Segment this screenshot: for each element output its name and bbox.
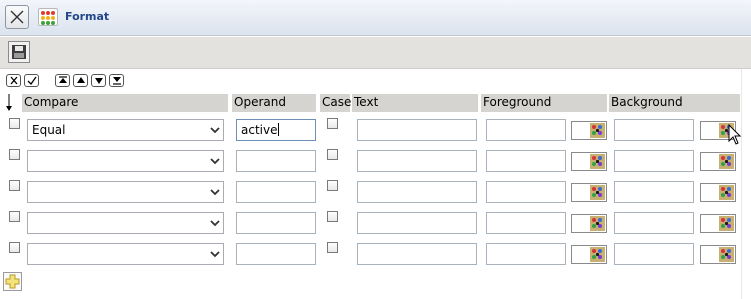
foreground-input[interactable] — [486, 150, 566, 172]
text-input[interactable] — [357, 243, 477, 265]
foreground-input[interactable] — [486, 212, 566, 234]
chevron-down-icon — [210, 127, 220, 134]
move-down-button[interactable] — [91, 74, 106, 87]
move-bottom-button[interactable] — [109, 74, 124, 87]
case-checkbox[interactable] — [327, 211, 338, 222]
mouse-pointer-icon — [728, 124, 742, 145]
color-palette-icon — [590, 154, 605, 169]
background-input[interactable] — [614, 212, 694, 234]
operand-input[interactable] — [236, 243, 316, 265]
column-header-compare: Compare — [22, 94, 228, 112]
move-up-button[interactable] — [73, 74, 88, 87]
background-color-button[interactable] — [700, 214, 736, 233]
text-input[interactable] — [357, 212, 477, 234]
color-palette-icon — [719, 185, 734, 200]
compare-select[interactable]: Equal — [27, 119, 224, 141]
case-checkbox[interactable] — [327, 180, 338, 191]
row-select-checkbox[interactable] — [9, 180, 20, 191]
title-bar: Format — [0, 0, 751, 36]
move-top-icon — [59, 76, 67, 83]
save-button[interactable] — [8, 41, 30, 63]
compare-select[interactable] — [27, 243, 224, 265]
table-row — [0, 240, 751, 271]
background-input[interactable] — [614, 243, 694, 265]
select-all-button[interactable] — [24, 74, 39, 87]
foreground-input[interactable] — [486, 119, 566, 141]
color-palette-icon — [719, 247, 734, 262]
operand-input[interactable]: active — [236, 119, 316, 141]
chevron-down-icon — [210, 189, 220, 196]
close-button[interactable] — [5, 5, 29, 29]
sort-arrow-icon[interactable] — [6, 94, 12, 112]
color-palette-icon — [719, 216, 734, 231]
color-palette-icon — [719, 154, 734, 169]
operand-input[interactable] — [236, 181, 316, 203]
foreground-input[interactable] — [486, 181, 566, 203]
chevron-down-icon — [210, 220, 220, 227]
foreground-color-button[interactable] — [571, 214, 607, 233]
move-up-icon — [77, 77, 85, 83]
background-input[interactable] — [614, 181, 694, 203]
table-row: Equal active — [0, 116, 751, 147]
column-header-text: Text — [352, 94, 478, 112]
chevron-down-icon — [210, 158, 220, 165]
format-palette-icon — [38, 8, 58, 26]
foreground-color-button[interactable] — [571, 245, 607, 264]
move-top-button[interactable] — [55, 74, 70, 87]
row-select-checkbox[interactable] — [9, 242, 20, 253]
operand-input[interactable] — [236, 212, 316, 234]
column-header-operand: Operand — [232, 94, 316, 112]
column-header-foreground: Foreground — [481, 94, 607, 112]
case-checkbox[interactable] — [327, 118, 338, 129]
add-icon — [5, 274, 20, 289]
move-down-icon — [95, 78, 103, 84]
toolbar — [0, 37, 751, 69]
select-all-icon — [27, 76, 37, 86]
row-select-checkbox[interactable] — [9, 211, 20, 222]
add-row-button[interactable] — [3, 272, 22, 291]
case-checkbox[interactable] — [327, 149, 338, 160]
foreground-input[interactable] — [486, 243, 566, 265]
table-row — [0, 209, 751, 240]
background-input[interactable] — [614, 150, 694, 172]
window-title: Format — [65, 10, 110, 23]
case-checkbox[interactable] — [327, 242, 338, 253]
compare-select[interactable] — [27, 150, 224, 172]
row-select-checkbox[interactable] — [9, 149, 20, 160]
row-select-checkbox[interactable] — [9, 118, 20, 129]
foreground-color-button[interactable] — [571, 121, 607, 140]
color-palette-icon — [590, 216, 605, 231]
text-input[interactable] — [357, 119, 477, 141]
text-input[interactable] — [357, 181, 477, 203]
background-input[interactable] — [614, 119, 694, 141]
operand-input-value: active — [241, 123, 278, 137]
close-icon — [10, 10, 24, 24]
compare-select[interactable] — [27, 181, 224, 203]
background-color-button[interactable] — [700, 152, 736, 171]
foreground-color-button[interactable] — [571, 183, 607, 202]
text-input[interactable] — [357, 150, 477, 172]
table-row — [0, 178, 751, 209]
compare-select[interactable] — [27, 212, 224, 234]
color-palette-icon — [590, 247, 605, 262]
color-palette-icon — [590, 185, 605, 200]
table-row — [0, 147, 751, 178]
background-color-button[interactable] — [700, 245, 736, 264]
column-header-case: Case — [320, 94, 351, 112]
operand-input[interactable] — [236, 150, 316, 172]
foreground-color-button[interactable] — [571, 152, 607, 171]
column-header-background: Background — [609, 94, 740, 112]
background-color-button[interactable] — [700, 183, 736, 202]
chevron-down-icon — [210, 251, 220, 258]
floppy-disk-icon — [12, 45, 26, 59]
color-palette-icon — [590, 123, 605, 138]
move-bottom-icon — [113, 77, 121, 85]
deselect-all-icon — [10, 76, 18, 85]
deselect-all-button[interactable] — [6, 74, 21, 87]
compare-select-value: Equal — [32, 123, 66, 137]
